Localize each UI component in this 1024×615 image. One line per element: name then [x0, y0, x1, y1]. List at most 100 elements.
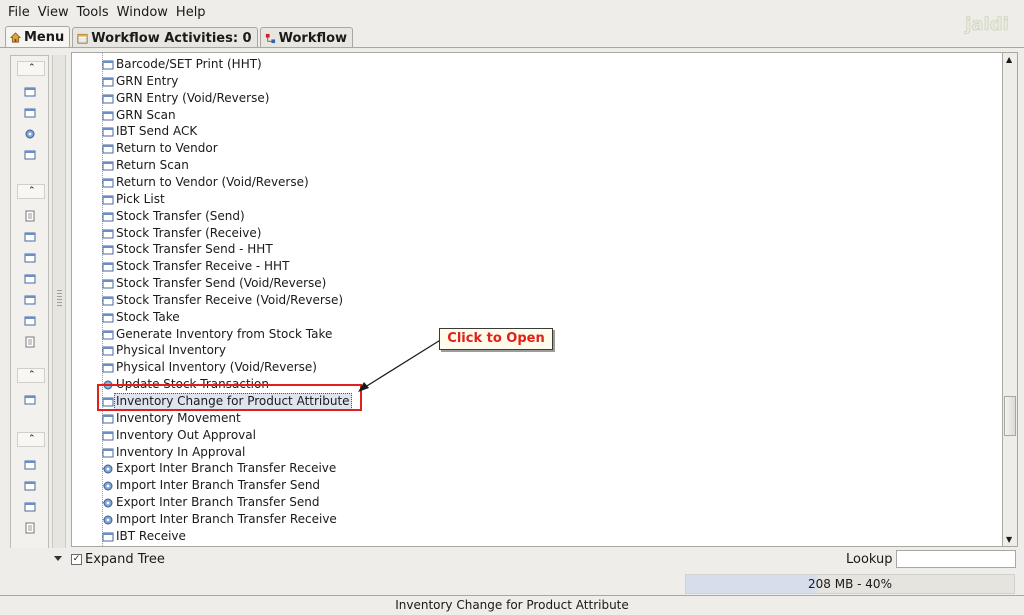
tab-workflow-activities-label: Workflow Activities: 0: [91, 30, 252, 46]
tree-item-label: Inventory Movement: [116, 410, 241, 425]
tab-menu[interactable]: Menu: [5, 26, 71, 48]
tree-item[interactable]: IBT Receive: [72, 528, 972, 545]
tree-item-label: Inventory In Approval: [116, 444, 246, 459]
tree-item-label: Export Inter Branch Transfer Receive: [116, 461, 337, 476]
menu-tree[interactable]: Barcode/SET Print (HHT) GRN Entry GRN Entr…: [71, 52, 1003, 547]
tree-item[interactable]: Stock Transfer (Receive): [72, 225, 972, 242]
document-icon[interactable]: [24, 336, 36, 348]
tree-item[interactable]: Stock Transfer Send - HHT: [72, 241, 972, 258]
window-icon[interactable]: [24, 231, 36, 243]
form-icon: [102, 126, 114, 138]
splitter-grip[interactable]: [57, 290, 62, 306]
window-icon[interactable]: [24, 459, 36, 471]
window-icon[interactable]: [24, 107, 36, 119]
form-icon: [102, 59, 114, 71]
tree-item[interactable]: GRN Entry (Void/Reverse): [72, 90, 972, 107]
tree-item[interactable]: Stock Transfer Receive - HHT: [72, 258, 972, 275]
tree-item-label: Serial No./IMEI Change Re...: [116, 546, 283, 547]
form-icon: [102, 160, 114, 172]
lookup-label: Lookup: [846, 552, 893, 567]
rail-group-toggle[interactable]: ⌃: [17, 368, 45, 383]
menu-view[interactable]: View: [34, 0, 73, 26]
window-icon[interactable]: [24, 501, 36, 513]
tree-item[interactable]: Import Inter Branch Transfer Send: [72, 477, 972, 494]
tree-item[interactable]: Export Inter Branch Transfer Receive: [72, 460, 972, 477]
tab-workflow-activities[interactable]: Workflow Activities: 0: [72, 27, 258, 48]
rail-group-toggle[interactable]: ⌃: [17, 432, 45, 447]
form-icon: [102, 413, 114, 425]
tree-item[interactable]: Export Inter Branch Transfer Send: [72, 494, 972, 511]
tree-item-label: GRN Scan: [116, 107, 176, 122]
tab-workflow[interactable]: Workflow: [259, 27, 354, 48]
form-icon: [102, 345, 114, 357]
gear-icon: [102, 497, 114, 509]
window-icon[interactable]: [24, 394, 36, 406]
form-icon: [102, 211, 114, 223]
window-icon[interactable]: [24, 252, 36, 264]
form-icon: [102, 228, 114, 240]
tree-item[interactable]: Return to Vendor: [72, 140, 972, 157]
gear-icon: [102, 463, 114, 475]
panel-splitter[interactable]: [52, 55, 66, 566]
tree-item[interactable]: Physical Inventory (Void/Reverse): [72, 359, 972, 376]
gear-icon[interactable]: [24, 128, 36, 140]
form-icon: [102, 329, 114, 341]
expand-tree-checkbox[interactable]: ✓ Expand Tree: [71, 552, 165, 567]
form-icon: [102, 93, 114, 105]
tree-item[interactable]: Inventory In Approval: [72, 444, 972, 461]
collapse-caret-icon[interactable]: [54, 556, 62, 561]
menu-file[interactable]: File: [4, 0, 34, 26]
tree-item[interactable]: Stock Take: [72, 309, 972, 326]
tree-item[interactable]: IBT Send ACK: [72, 123, 972, 140]
document-icon[interactable]: [24, 522, 36, 534]
memory-indicator[interactable]: 208 MB - 40%: [685, 574, 1015, 594]
menu-window[interactable]: Window: [113, 0, 172, 26]
tree-item-label: Stock Transfer Receive (Void/Reverse): [116, 292, 344, 307]
tree-item-label: Generate Inventory from Stock Take: [116, 326, 333, 341]
tree-vertical-scrollbar[interactable]: ▲ ▼: [1003, 52, 1018, 547]
menu-tools[interactable]: Tools: [73, 0, 113, 26]
tree-item[interactable]: Stock Transfer Send (Void/Reverse): [72, 275, 972, 292]
tree-item[interactable]: Inventory Movement: [72, 410, 972, 427]
status-bar: Inventory Change for Product Attribute: [0, 595, 1024, 615]
window-icon[interactable]: [24, 149, 36, 161]
rail-group-toggle[interactable]: ⌃: [17, 184, 45, 199]
window-icon[interactable]: [24, 294, 36, 306]
tree-item[interactable]: Barcode/SET Print (HHT): [72, 56, 972, 73]
tree-item[interactable]: Stock Transfer (Send): [72, 208, 972, 225]
tree-item[interactable]: Serial No./IMEI Change Re...: [72, 545, 972, 547]
lookup-input[interactable]: [896, 550, 1016, 568]
tree-item-label: Physical Inventory: [116, 343, 226, 358]
window-icon[interactable]: [24, 86, 36, 98]
rail-group-toggle[interactable]: ⌃: [17, 61, 45, 76]
window-icon[interactable]: [24, 273, 36, 285]
tab-workflow-label: Workflow: [278, 30, 348, 46]
document-icon[interactable]: [24, 210, 36, 222]
home-icon: [10, 32, 21, 43]
tree-bottom-bar: ✓ Expand Tree Lookup: [0, 548, 1024, 570]
tree-item[interactable]: Stock Transfer Receive (Void/Reverse): [72, 292, 972, 309]
tree-item-label: Stock Transfer Send (Void/Reverse): [116, 276, 327, 291]
tree-item-label: Return Scan: [116, 158, 189, 173]
window-icon[interactable]: [24, 480, 36, 492]
tree-item[interactable]: GRN Scan: [72, 107, 972, 124]
main-frame: ⌃ ⌃ ⌃ ⌃ ⌃ Barcode/SET Print (HHT) GRN Ent…: [0, 47, 1024, 570]
tree-item-label: Export Inter Branch Transfer Send: [116, 495, 320, 510]
tree-item[interactable]: GRN Entry: [72, 73, 972, 90]
scroll-up-arrow-icon[interactable]: ▲: [1006, 55, 1012, 64]
tree-item[interactable]: Inventory Out Approval: [72, 427, 972, 444]
tree-item[interactable]: Pick List: [72, 191, 972, 208]
scrollbar-thumb[interactable]: [1004, 396, 1016, 436]
form-icon: [102, 76, 114, 88]
tree-item[interactable]: Return Scan: [72, 157, 972, 174]
tree-item-label: Stock Transfer Receive - HHT: [116, 259, 290, 274]
tree-item[interactable]: Import Inter Branch Transfer Receive: [72, 511, 972, 528]
scroll-down-arrow-icon[interactable]: ▼: [1006, 535, 1012, 544]
window-icon[interactable]: [24, 315, 36, 327]
form-icon: [102, 312, 114, 324]
form-icon: [102, 177, 114, 189]
tree-item[interactable]: Return to Vendor (Void/Reverse): [72, 174, 972, 191]
click-to-open-callout: Click to Open: [439, 328, 553, 350]
tree-item-label: Import Inter Branch Transfer Receive: [116, 511, 337, 526]
menu-help[interactable]: Help: [172, 0, 210, 26]
